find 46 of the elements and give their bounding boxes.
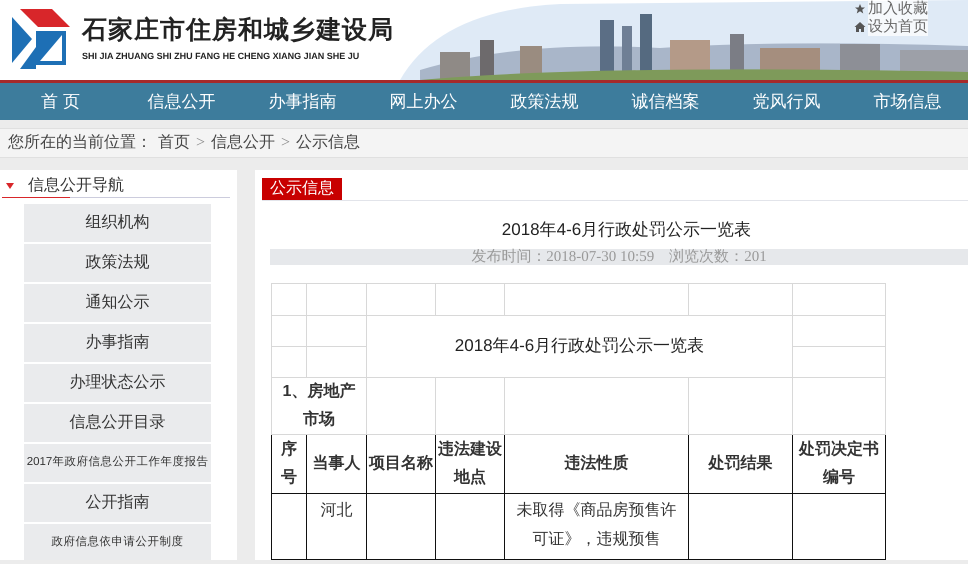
site-subtitle: SHI JIA ZHUANG SHI ZHU FANG HE CHENG XIANG JIAN SHE JU — [82, 50, 360, 63]
breadcrumb-link[interactable]: 信息公开 — [211, 131, 276, 155]
column-header: 序号 — [272, 434, 306, 493]
sidebar-item[interactable]: 政策法规 — [24, 244, 211, 282]
column-header: 处罚决定书编号 — [792, 434, 886, 493]
expand-triangle-icon[interactable] — [6, 182, 14, 188]
separator-icon: > — [196, 131, 206, 155]
nav-link[interactable]: 网上办公 — [363, 83, 484, 120]
sidebar-item[interactable]: 办理状态公示 — [24, 364, 211, 402]
nav-link[interactable]: 诚信档案 — [605, 83, 726, 120]
breadcrumb-label: 您所在的当前位置： — [8, 133, 152, 153]
sidebar-item[interactable]: 通知公示 — [24, 284, 211, 322]
nav-link[interactable]: 首 页 — [0, 83, 121, 120]
separator-icon: > — [281, 131, 290, 155]
logo-icon — [12, 9, 70, 69]
sidebar-item[interactable]: 政府信息依申请公开制度 — [24, 524, 211, 560]
section-tab[interactable]: 公示信息 — [262, 178, 342, 200]
sidebar-item[interactable]: 办事指南 — [24, 324, 211, 362]
breadcrumb-link[interactable]: 首页 — [158, 131, 190, 155]
sidebar-item[interactable]: 信息公开目录 — [24, 404, 211, 442]
nav-link[interactable]: 信息公开 — [121, 83, 242, 120]
table-title: 2018年4-6月行政处罚公示一览表 — [366, 315, 792, 377]
nav-link[interactable]: 政策法规 — [484, 83, 605, 120]
nav-link[interactable]: 党风行风 — [726, 83, 847, 120]
sidebar-item[interactable]: 公开指南 — [24, 484, 211, 522]
column-header: 当事人 — [306, 434, 366, 493]
home-icon — [854, 21, 866, 33]
column-header: 处罚结果 — [688, 434, 792, 493]
sidebar-item[interactable]: 组织机构 — [24, 204, 211, 242]
nav-link[interactable]: 市场信息 — [847, 83, 968, 120]
table-cell: 未取得《商品房预售许可证》，违规预售 — [504, 493, 688, 559]
nav-link[interactable]: 办事指南 — [242, 83, 363, 120]
table-cell: 河北 — [306, 493, 366, 559]
article-meta: 发布时间：2018-07-30 10:59 浏览次数：201 — [270, 248, 968, 264]
star-icon — [854, 3, 866, 15]
column-header: 违法性质 — [504, 434, 688, 493]
header-link[interactable]: 加入收藏 — [868, 0, 928, 18]
breadcrumb-link[interactable]: 公示信息 — [296, 131, 360, 155]
site-title: 石家庄市住房和城乡建设局 — [82, 15, 394, 46]
header-link[interactable]: 设为首页 — [868, 18, 928, 36]
column-header: 违法建设地点 — [436, 434, 504, 493]
section-heading: 1、房地产市场 — [272, 377, 366, 434]
sidebar-title: 信息公开导航 — [28, 176, 124, 196]
sidebar-item[interactable]: 2017年政府信息公开工作年度报告 — [24, 444, 211, 482]
column-header: 项目名称 — [366, 434, 436, 493]
article-title: 2018年4-6月行政处罚公示一览表 — [500, 219, 752, 241]
